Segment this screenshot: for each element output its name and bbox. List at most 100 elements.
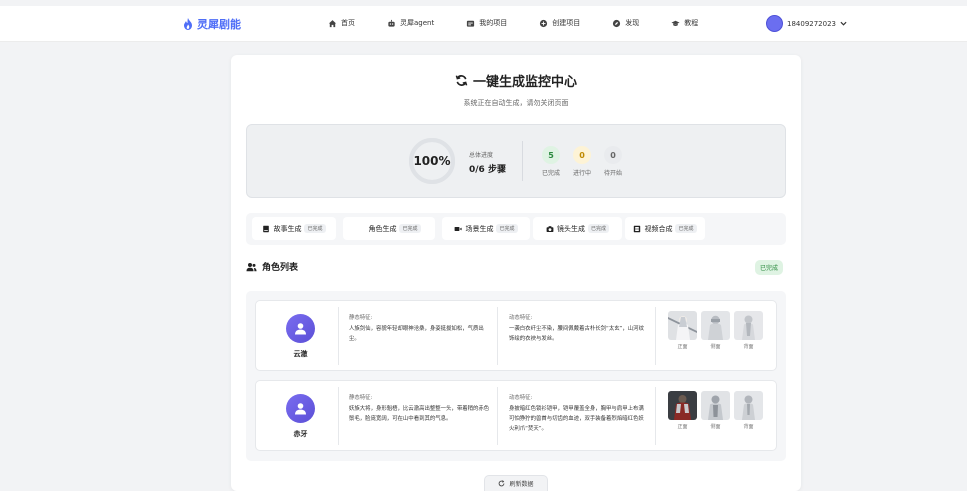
stat-in-progress: 0 进行中 (567, 146, 597, 177)
character-views: 正面 侧面 背面 (668, 311, 763, 350)
static-features: 静态特征: 人族剑仙，容貌年轻却眼神沧桑，身姿挺拔如松，气质出尘。 (349, 313, 492, 344)
user-name: 18409272023 (787, 19, 836, 28)
nav-item-label: 首页 (341, 19, 355, 27)
monitor-card: 一键生成监控中心 系统正在自动生成，请勿关闭页面 100% 总体进度 0/6 步… (231, 55, 801, 491)
graduation-cap-icon (671, 20, 680, 26)
nav-item-label: 创建项目 (552, 19, 581, 27)
static-features-text: 妖族大将，身形魁梧，比云澈高出整整一头，带着稍的赤色鬃毛，脸庞宽阔，可在山中看到… (349, 406, 490, 422)
dynamic-features-text: 身披暗红色锁衫铠甲，铠甲覆盖全身，胸甲与肩甲上布满可怕狰狞的兽首与切齿的血迹，双… (509, 406, 644, 432)
tab-shot[interactable]: 镜头生成 已完成 (533, 217, 622, 240)
video-icon (455, 226, 463, 231)
tab-character[interactable]: 角色生成 已完成 (343, 217, 435, 240)
tab-label: 视频合成 (644, 224, 673, 233)
folder-icon (467, 20, 475, 27)
brand-name: 灵犀剧能 (197, 18, 241, 31)
view-caption: 侧面 (710, 424, 721, 430)
stat-pending: 0 待开始 (598, 146, 628, 177)
nav-item-label: 发现 (625, 19, 640, 27)
overall-progress-label: 总体进度 (469, 152, 494, 159)
nav-item-home[interactable]: 首页 (328, 18, 355, 28)
users-icon (357, 225, 366, 232)
tab-status-tag: 已完成 (399, 224, 421, 233)
character-image[interactable] (701, 311, 730, 340)
divider (497, 387, 498, 445)
flame-icon (184, 18, 192, 30)
book-icon (263, 225, 270, 232)
main-nav: 首页 灵犀agent 我的项目 创建项目 发现 教程 (328, 18, 730, 28)
refresh-button[interactable]: 刷新数据 (484, 475, 548, 491)
nav-item-label: 灵犀agent (400, 19, 435, 27)
static-features-text: 人族剑仙，容貌年轻却眼神沧桑，身姿挺拔如松，气质出尘。 (349, 326, 484, 342)
user-menu[interactable]: 18409272023 (766, 15, 847, 32)
top-navbar: 灵犀剧能 首页 灵犀agent 我的项目 创建项目 发现 教程 18409272… (0, 6, 967, 42)
avatar (286, 394, 315, 423)
users-icon (246, 262, 257, 271)
page-title-text: 一键生成监控中心 (472, 75, 577, 90)
static-features-label: 静态特征: (349, 395, 373, 401)
view-front[interactable]: 正面 (668, 391, 697, 430)
nav-item-my-projects[interactable]: 我的项目 (466, 18, 507, 28)
film-icon (634, 225, 641, 232)
dynamic-features-label: 动态特征: (509, 395, 533, 401)
progress-panel: 100% 总体进度 0/6 步骤 5 已完成 0 进行中 0 待开始 (246, 124, 786, 198)
character-views: 正面 侧面 背面 (668, 391, 763, 430)
character-name: 赤牙 (293, 430, 308, 438)
view-back[interactable]: 背面 (734, 391, 763, 430)
dynamic-features: 动态特征: 一袭白衣纤尘不染，腰间佩戴着古朴长剑“太玄”，山河纹饰绘的衣袂与发丝… (509, 313, 649, 344)
stat-completed: 5 已完成 (536, 146, 566, 177)
progress-percent: 100% (413, 154, 451, 168)
section-title-text: 角色列表 (262, 263, 299, 273)
tab-label: 场景生成 (465, 224, 494, 233)
tab-status-tag: 已完成 (304, 224, 326, 233)
tab-video[interactable]: 视频合成 已完成 (625, 217, 705, 240)
stat-label: 进行中 (572, 170, 591, 177)
list-item: 云澈 静态特征: 人族剑仙，容貌年轻却眼神沧桑，身姿挺拔如松，气质出尘。 动态特… (255, 300, 777, 371)
stage-tabs: 故事生成 已完成 角色生成 已完成 场景生成 已完成 镜头生成 已完成 视频合成… (246, 213, 786, 245)
divider (655, 307, 656, 365)
view-front[interactable]: 正面 (668, 311, 697, 350)
steps-count: 0/6 步骤 (469, 165, 506, 175)
compass-icon (613, 19, 621, 27)
avatar (286, 314, 315, 343)
divider (655, 387, 656, 445)
view-caption: 正面 (677, 344, 688, 350)
character-image[interactable] (734, 311, 763, 340)
refresh-label: 刷新数据 (509, 481, 534, 488)
character-image[interactable] (668, 311, 697, 340)
robot-icon (388, 19, 395, 27)
brand-logo[interactable]: 灵犀剧能 (183, 16, 241, 32)
nav-item-agent[interactable]: 灵犀agent (387, 18, 434, 28)
character-image[interactable] (701, 391, 730, 420)
nav-item-label: 我的项目 (479, 19, 508, 27)
tab-label: 故事生成 (273, 224, 302, 233)
view-back[interactable]: 背面 (734, 311, 763, 350)
chevron-down-icon[interactable] (840, 20, 847, 27)
avatar[interactable] (766, 15, 783, 32)
view-side[interactable]: 侧面 (701, 311, 730, 350)
home-icon (328, 19, 337, 27)
list-item: 赤牙 静态特征: 妖族大将，身形魁梧，比云澈高出整整一头，带着稍的赤色鬃毛，脸庞… (255, 380, 777, 451)
status-badge: 已完成 (755, 260, 784, 275)
tab-scene[interactable]: 场景生成 已完成 (442, 217, 530, 240)
dynamic-features-label: 动态特征: (509, 315, 533, 321)
view-caption: 侧面 (710, 344, 721, 350)
nav-item-tutorial[interactable]: 教程 (671, 18, 698, 28)
tab-status-tag: 已完成 (496, 224, 518, 233)
nav-item-create-project[interactable]: 创建项目 (539, 18, 580, 28)
nav-item-discover[interactable]: 发现 (612, 18, 639, 28)
tab-story[interactable]: 故事生成 已完成 (252, 217, 336, 240)
divider (338, 387, 339, 445)
character-image[interactable] (668, 391, 697, 420)
tab-label: 镜头生成 (556, 224, 585, 233)
view-caption: 背面 (743, 424, 754, 430)
dynamic-features-text: 一袭白衣纤尘不染，腰间佩戴着古朴长剑“太玄”，山河纹饰绘的衣袂与发丝。 (509, 326, 644, 342)
character-list-title: 角色列表 (246, 260, 298, 273)
character-image[interactable] (734, 391, 763, 420)
plus-circle-icon (540, 19, 548, 27)
tab-label: 角色生成 (368, 224, 397, 233)
user-icon (295, 323, 306, 335)
divider (497, 307, 498, 365)
view-side[interactable]: 侧面 (701, 391, 730, 430)
character-name: 云澈 (293, 350, 308, 358)
stat-label: 待开始 (603, 170, 622, 177)
